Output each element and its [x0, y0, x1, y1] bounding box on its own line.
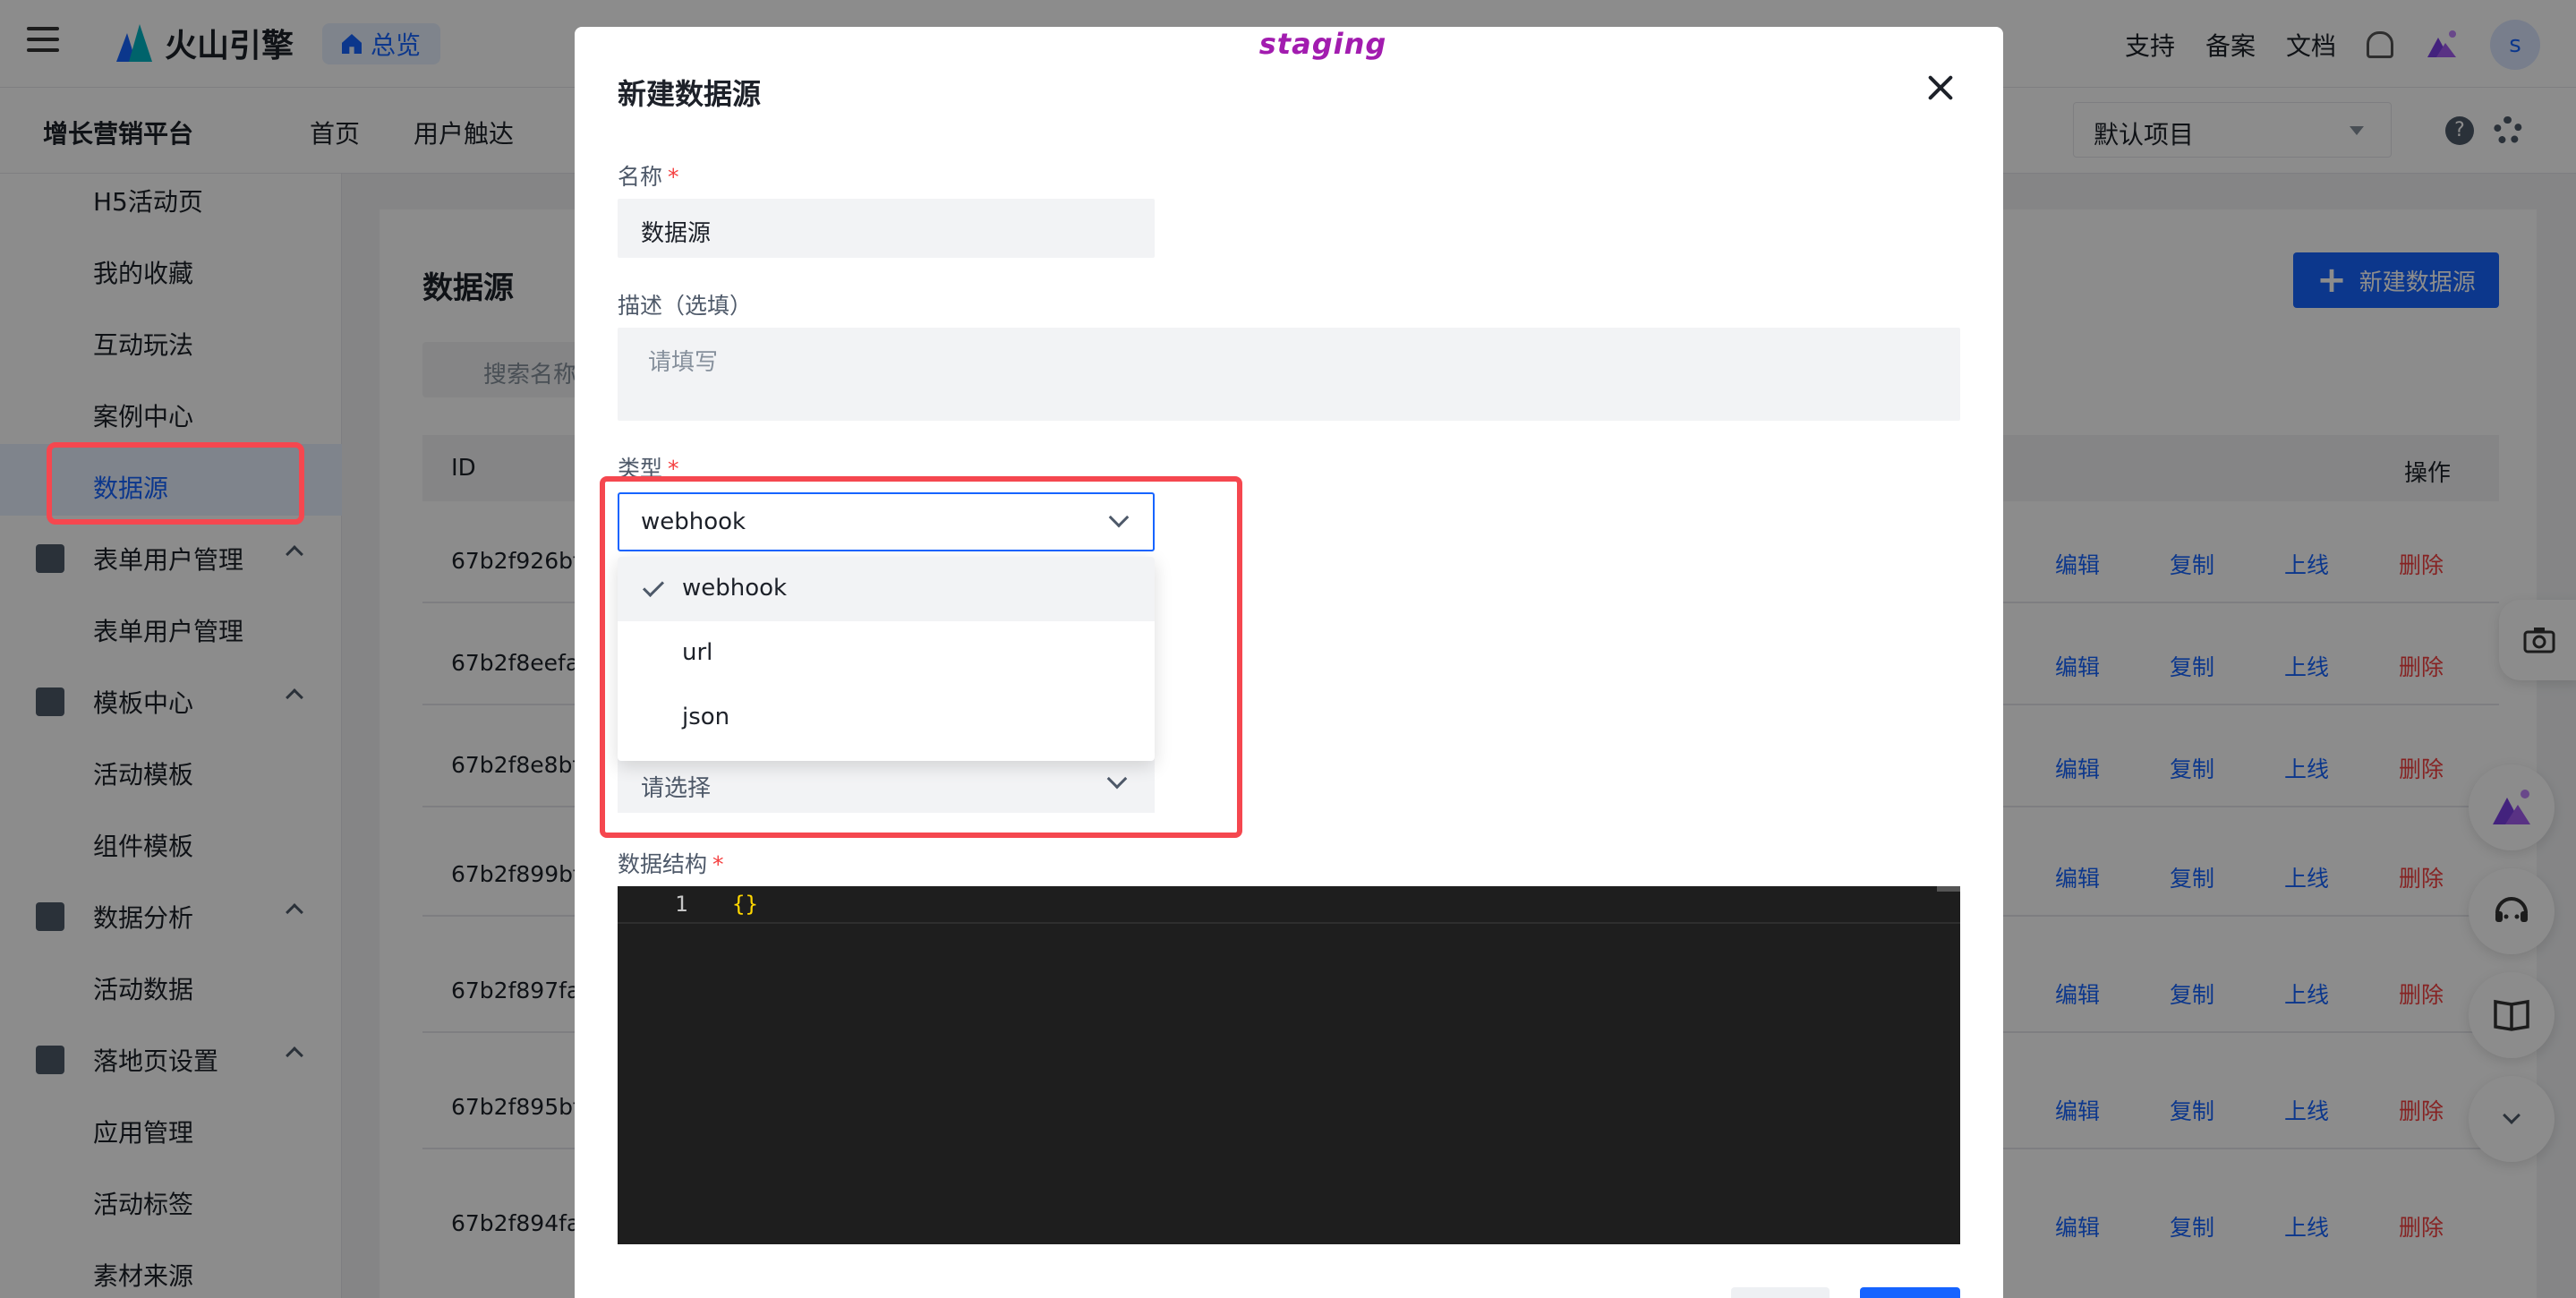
- close-icon[interactable]: [1923, 70, 1958, 106]
- name-input[interactable]: 数据源: [618, 199, 1155, 258]
- desc-placeholder: 请填写: [648, 349, 719, 376]
- schema-label: 数据结构 *: [618, 851, 724, 877]
- editor-current-line: [618, 886, 1960, 924]
- confirm-button[interactable]: [1860, 1287, 1960, 1298]
- env-badge: staging: [1258, 27, 1387, 61]
- line-number: 1: [675, 892, 688, 917]
- desc-label: 描述（选填）: [618, 293, 753, 319]
- code-editor[interactable]: 1 {}: [618, 886, 1960, 1244]
- new-datasource-modal: 新建数据源 名称 * 数据源 描述（选填） 请填写 类型 * webhook 请选择…: [575, 27, 2003, 1298]
- highlight-box-sidebar: [47, 442, 304, 525]
- editor-scrollbar[interactable]: [1937, 886, 1960, 892]
- editor-code: {}: [732, 892, 758, 917]
- desc-textarea[interactable]: 请填写: [618, 328, 1960, 421]
- highlight-box-type: [600, 476, 1242, 838]
- cancel-button[interactable]: [1731, 1287, 1830, 1298]
- modal-title: 新建数据源: [618, 77, 762, 111]
- name-label: 名称 *: [618, 164, 679, 190]
- name-value: 数据源: [641, 220, 712, 247]
